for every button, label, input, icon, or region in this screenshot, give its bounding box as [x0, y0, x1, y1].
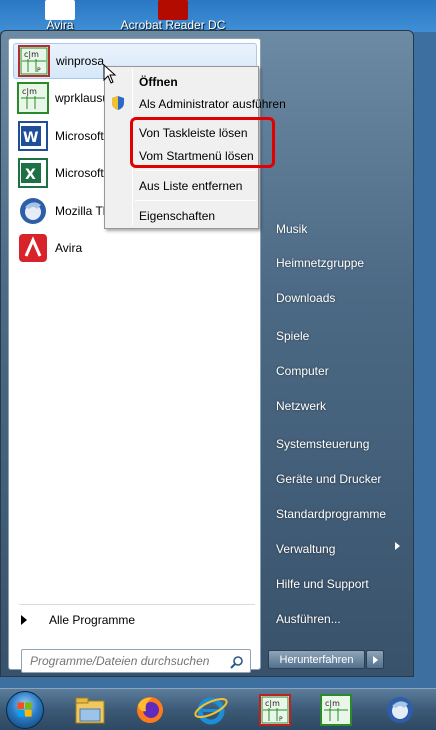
mouse-cursor-icon — [103, 64, 117, 84]
winprosa-icon: c|m — [17, 82, 49, 114]
menu-item-oeffnen[interactable]: Öffnen — [139, 75, 178, 89]
menu-item-aus-liste-entfernen[interactable]: Aus Liste entfernen — [139, 179, 242, 193]
desktop: Avira Acrobat Reader DC — [0, 0, 436, 32]
menu-item-als-administrator-ausfuehren[interactable]: Als Administrator ausführen — [139, 97, 286, 111]
winprosa-icon: c|m P — [18, 45, 50, 77]
thunderbird-icon — [20, 198, 46, 224]
menu-item-eigenschaften[interactable]: Eigenschaften — [139, 209, 215, 223]
svg-text:c|m: c|m — [24, 50, 39, 59]
right-item-spiele[interactable]: Spiele — [276, 329, 309, 343]
right-item-geraete-und-drucker[interactable]: Geräte und Drucker — [276, 472, 381, 486]
right-item-standardprogramme[interactable]: Standardprogramme — [276, 507, 386, 521]
svg-text:X: X — [25, 167, 36, 183]
program-label: Microsoft — [55, 129, 104, 143]
search-box[interactable] — [21, 649, 251, 673]
uac-shield-icon — [112, 96, 124, 110]
divider — [19, 604, 255, 605]
right-item-computer[interactable]: Computer — [276, 364, 329, 378]
excel-icon: X — [18, 158, 48, 188]
program-label: Mozilla Th — [55, 204, 110, 218]
right-item-ausfuehren[interactable]: Ausführen... — [276, 612, 341, 626]
right-item-hilfe-und-support[interactable]: Hilfe und Support — [276, 577, 369, 591]
search-input[interactable] — [30, 654, 226, 668]
highlight-box — [130, 117, 275, 168]
right-item-downloads[interactable]: Downloads — [276, 291, 335, 305]
program-item-avira[interactable]: Avira — [13, 230, 257, 266]
svg-text:c|m: c|m — [22, 87, 37, 96]
svg-text:c|m: c|m — [265, 699, 280, 708]
all-programs-button[interactable]: Alle Programme — [17, 613, 135, 627]
all-programs-label: Alle Programme — [49, 613, 136, 627]
right-item-verwaltung[interactable]: Verwaltung — [276, 542, 335, 556]
search-icon[interactable] — [230, 655, 244, 669]
svg-text:W: W — [23, 130, 38, 146]
word-icon: W — [18, 121, 48, 151]
winprosa-icon[interactable]: c|m P — [257, 693, 293, 727]
shutdown-button[interactable]: Herunterfahren — [268, 650, 365, 669]
menu-separator — [135, 170, 256, 171]
thunderbird-icon[interactable] — [382, 693, 418, 727]
program-label: Avira — [55, 241, 83, 255]
right-item-musik[interactable]: Musik — [276, 222, 307, 236]
right-item-systemsteuerung[interactable]: Systemsteuerung — [276, 437, 369, 451]
program-label: winprosa — [56, 54, 105, 68]
avira-icon — [19, 234, 47, 262]
svg-text:P: P — [279, 716, 283, 723]
avira-icon — [45, 0, 75, 20]
submenu-arrow-icon — [395, 542, 400, 550]
svg-text:P: P — [37, 67, 41, 74]
desktop-icon-avira[interactable]: Avira — [30, 0, 90, 32]
start-orb-icon[interactable] — [6, 691, 44, 729]
desktop-icon-acrobat[interactable]: Acrobat Reader DC — [118, 0, 228, 32]
winprosa-icon[interactable]: c|m — [318, 693, 354, 727]
firefox-icon[interactable] — [132, 693, 168, 727]
program-label: Microsoft — [55, 166, 104, 180]
program-label: wprklausu — [55, 91, 110, 105]
explorer-icon[interactable] — [72, 693, 108, 727]
shutdown-options-button[interactable] — [366, 650, 384, 669]
taskbar: c|m P c|m — [0, 688, 436, 730]
right-item-netzwerk[interactable]: Netzwerk — [276, 399, 326, 413]
menu-separator — [135, 200, 256, 201]
right-item-heimnetzgruppe[interactable]: Heimnetzgruppe — [276, 256, 364, 270]
svg-text:c|m: c|m — [325, 699, 340, 708]
internet-explorer-icon[interactable] — [193, 693, 229, 727]
acrobat-icon — [158, 0, 188, 20]
chevron-right-icon — [21, 615, 27, 625]
